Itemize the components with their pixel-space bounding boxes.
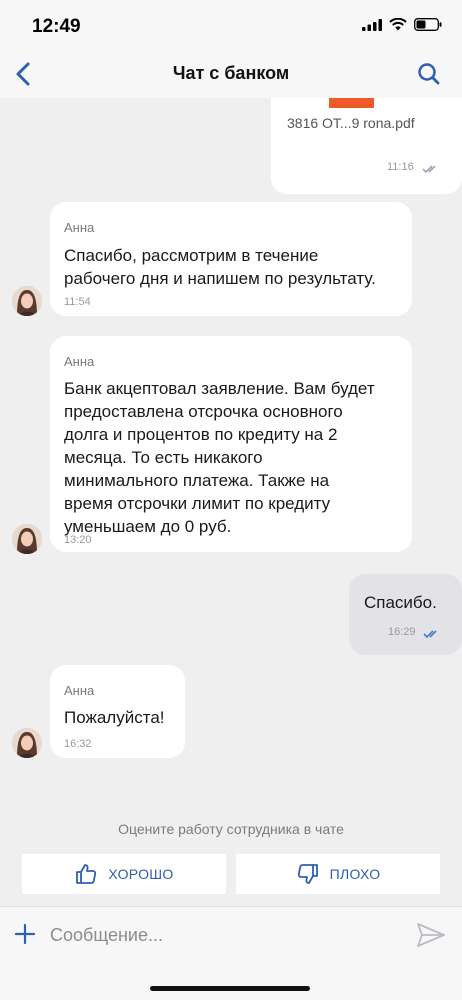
message-bubble-incoming[interactable]: Анна Банк акцептовал заявление. Вам буде… <box>50 336 412 552</box>
page-title: Чат с банком <box>172 63 290 83</box>
avatar <box>12 728 42 758</box>
search-button[interactable] <box>416 61 442 87</box>
double-check-icon <box>422 165 436 174</box>
wifi-icon <box>389 18 407 31</box>
message-text: Спасибо, рассмотрим в течение рабочего д… <box>64 246 376 288</box>
message-bubble-incoming[interactable]: Анна Пожалуйста! 16:32 <box>50 665 185 758</box>
status-icons <box>362 18 442 31</box>
message-time: 11:54 <box>64 296 91 308</box>
message-time: 13:20 <box>64 534 92 546</box>
chat-messages[interactable]: 3816 OT...9 rona.pdf 11:16 Анна Спасибо,… <box>0 98 462 904</box>
plus-icon <box>14 923 36 945</box>
rate-bad-button[interactable]: ПЛОХО <box>236 854 440 894</box>
thumbs-up-icon <box>76 864 97 884</box>
home-indicator <box>150 986 310 991</box>
message-time: 16:29 <box>388 626 416 638</box>
message-time: 11:16 <box>387 161 414 173</box>
message-bubble-incoming[interactable]: Анна Спасибо, рассмотрим в течение рабоч… <box>50 202 412 316</box>
sender-name: Анна <box>64 354 95 369</box>
status-bar: 12:49 <box>0 0 462 50</box>
search-icon <box>418 63 440 85</box>
double-check-icon <box>423 630 437 639</box>
avatar <box>12 286 42 316</box>
sender-name: Анна <box>64 220 95 235</box>
send-button[interactable] <box>416 922 446 948</box>
rating-prompt: Оцените работу сотрудника в чате <box>118 821 344 837</box>
chat-header: Чат с банком <box>0 50 462 98</box>
rate-good-button[interactable]: ХОРОШО <box>22 854 226 894</box>
message-time: 16:32 <box>64 738 92 750</box>
message-input-bar <box>0 906 462 1000</box>
signal-icon <box>362 18 382 31</box>
sender-name: Анна <box>64 683 95 698</box>
message-bubble-outgoing[interactable]: 3816 OT...9 rona.pdf 11:16 <box>271 98 462 194</box>
attachment-name[interactable]: 3816 OT...9 rona.pdf <box>287 115 415 131</box>
send-icon <box>417 923 445 947</box>
message-bubble-outgoing[interactable]: Спасибо. 16:29 <box>349 574 462 655</box>
status-time: 12:49 <box>32 16 81 37</box>
message-text: Пожалуйста! <box>64 708 165 727</box>
rate-bad-label: ПЛОХО <box>329 866 381 882</box>
message-text: Спасибо. <box>364 593 437 612</box>
message-input[interactable] <box>50 921 390 949</box>
attachment-preview[interactable] <box>329 98 374 108</box>
thumbs-down-icon <box>297 864 318 884</box>
avatar <box>12 524 42 554</box>
attach-button[interactable] <box>14 923 36 945</box>
rate-good-label: ХОРОШО <box>108 866 174 882</box>
battery-icon <box>414 18 442 31</box>
message-text: Банк акцептовал заявление. Вам будет пре… <box>64 379 375 536</box>
